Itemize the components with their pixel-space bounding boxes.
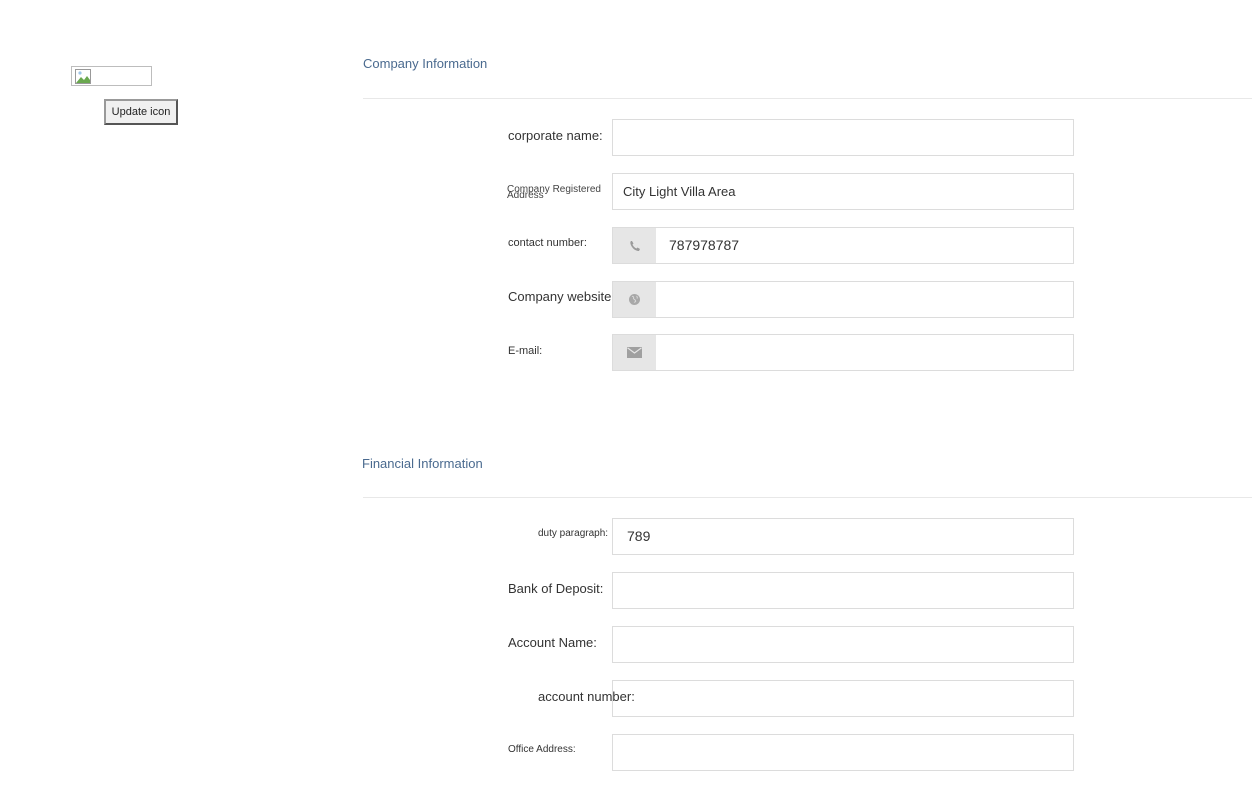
contact-number-addon <box>613 228 656 263</box>
duty-paragraph-value: 789 <box>627 528 651 544</box>
registered-address-input[interactable]: City Light Villa Area <box>612 173 1074 210</box>
duty-paragraph-input[interactable]: 789 <box>612 518 1074 555</box>
email-label: E-mail: <box>508 345 543 357</box>
bank-of-deposit-label: Bank of Deposit: <box>508 581 604 596</box>
account-number-input[interactable] <box>612 680 1074 717</box>
bank-of-deposit-input[interactable] <box>612 572 1074 609</box>
account-name-input[interactable] <box>612 626 1074 663</box>
corporate-name-label: corporate name: <box>508 128 603 143</box>
company-website-addon <box>613 282 656 317</box>
email-input[interactable] <box>612 334 1074 371</box>
update-icon-button[interactable]: Update icon <box>104 99 178 125</box>
email-addon <box>613 335 656 370</box>
office-address-input[interactable] <box>612 734 1074 771</box>
section-title-company: Company Information <box>363 56 488 71</box>
broken-image-icon <box>75 69 91 84</box>
phone-icon <box>629 240 640 251</box>
account-name-label: Account Name: <box>508 635 597 650</box>
company-logo-image <box>71 66 152 86</box>
registered-address-label-line2: Address <box>507 190 544 201</box>
contact-number-label: contact number: <box>508 237 587 249</box>
registered-address-value: City Light Villa Area <box>623 184 736 199</box>
contact-number-input[interactable]: 787978787 <box>612 227 1074 264</box>
office-address-label: Office Address: <box>508 744 576 755</box>
duty-paragraph-label: duty paragraph: <box>538 528 609 539</box>
company-website-input[interactable] <box>612 281 1074 318</box>
account-number-label: account number: <box>538 689 635 704</box>
registered-address-label: Company Registered Address <box>507 184 601 201</box>
section-divider <box>363 98 1252 99</box>
contact-number-value: 787978787 <box>669 237 740 253</box>
corporate-name-input[interactable] <box>612 119 1074 156</box>
envelope-icon <box>627 347 642 358</box>
globe-icon <box>629 294 640 305</box>
company-website-label: Company website: <box>508 289 615 304</box>
section-title-financial: Financial Information <box>362 456 483 471</box>
section-divider <box>363 497 1252 498</box>
